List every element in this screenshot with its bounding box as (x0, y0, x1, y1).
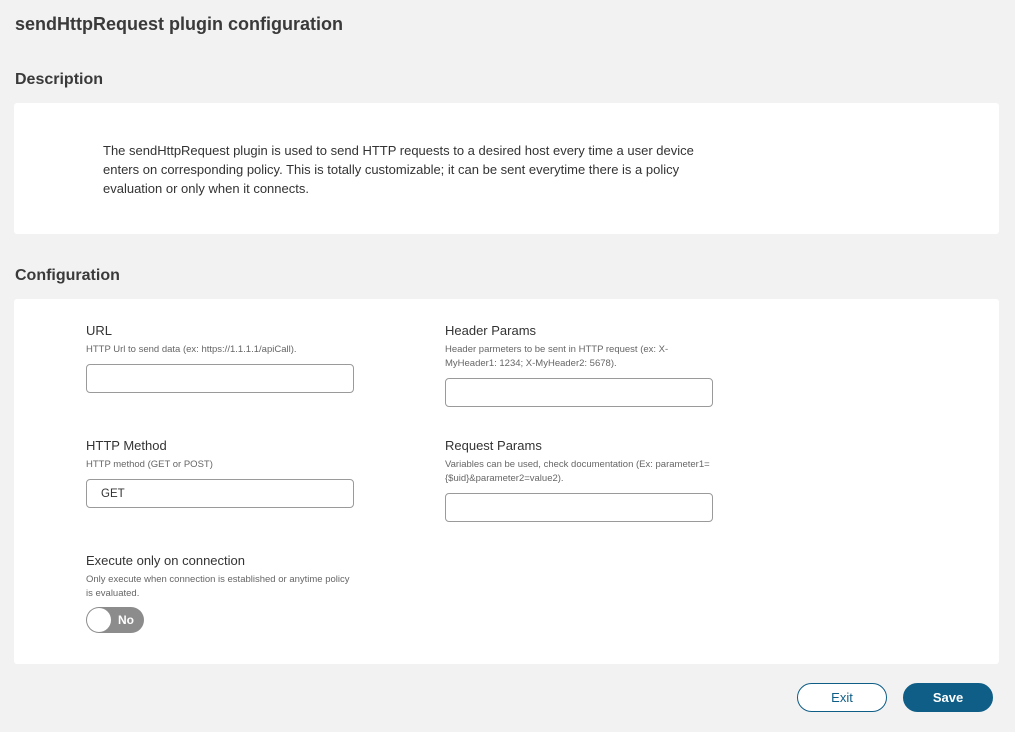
header-params-field-group: Header Params Header parmeters to be sen… (445, 323, 715, 407)
request-params-field-group: Request Params Variables can be used, ch… (445, 438, 715, 522)
http-method-input[interactable] (86, 479, 354, 508)
description-section-title: Description (15, 71, 104, 88)
url-field-group: URL HTTP Url to send data (ex: https://1… (86, 323, 356, 393)
header-params-label: Header Params (445, 323, 537, 338)
execute-on-connection-label: Execute only on connection (86, 553, 245, 568)
url-label: URL (86, 323, 113, 338)
description-text: The sendHttpRequest plugin is used to se… (103, 143, 694, 196)
http-method-label: HTTP Method (86, 438, 167, 453)
header-params-help-text: Header parmeters to be sent in HTTP requ… (445, 344, 669, 369)
request-params-input[interactable] (445, 493, 713, 522)
header-params-input[interactable] (445, 378, 713, 407)
execute-on-connection-toggle[interactable]: No (86, 607, 144, 633)
request-params-help-text: Variables can be used, check documentati… (445, 459, 710, 484)
toggle-knob (87, 608, 111, 632)
request-params-label: Request Params (445, 438, 542, 453)
http-method-field-group: HTTP Method HTTP method (GET or POST) (86, 438, 356, 508)
url-input[interactable] (86, 364, 354, 393)
execute-on-connection-field-group: Execute only on connection Only execute … (86, 553, 356, 633)
save-button[interactable]: Save (903, 683, 993, 712)
page-title: sendHttpRequest plugin configuration (15, 14, 343, 34)
url-help-text: HTTP Url to send data (ex: https://1.1.1… (86, 344, 297, 355)
exit-button[interactable]: Exit (797, 683, 887, 712)
execute-on-connection-help-text: Only execute when connection is establis… (86, 574, 350, 599)
toggle-state-label: No (118, 613, 134, 627)
http-method-help-text: HTTP method (GET or POST) (86, 459, 213, 470)
configuration-section-title: Configuration (15, 267, 120, 284)
configuration-card: URL HTTP Url to send data (ex: https://1… (14, 299, 999, 664)
description-card: The sendHttpRequest plugin is used to se… (14, 103, 999, 234)
